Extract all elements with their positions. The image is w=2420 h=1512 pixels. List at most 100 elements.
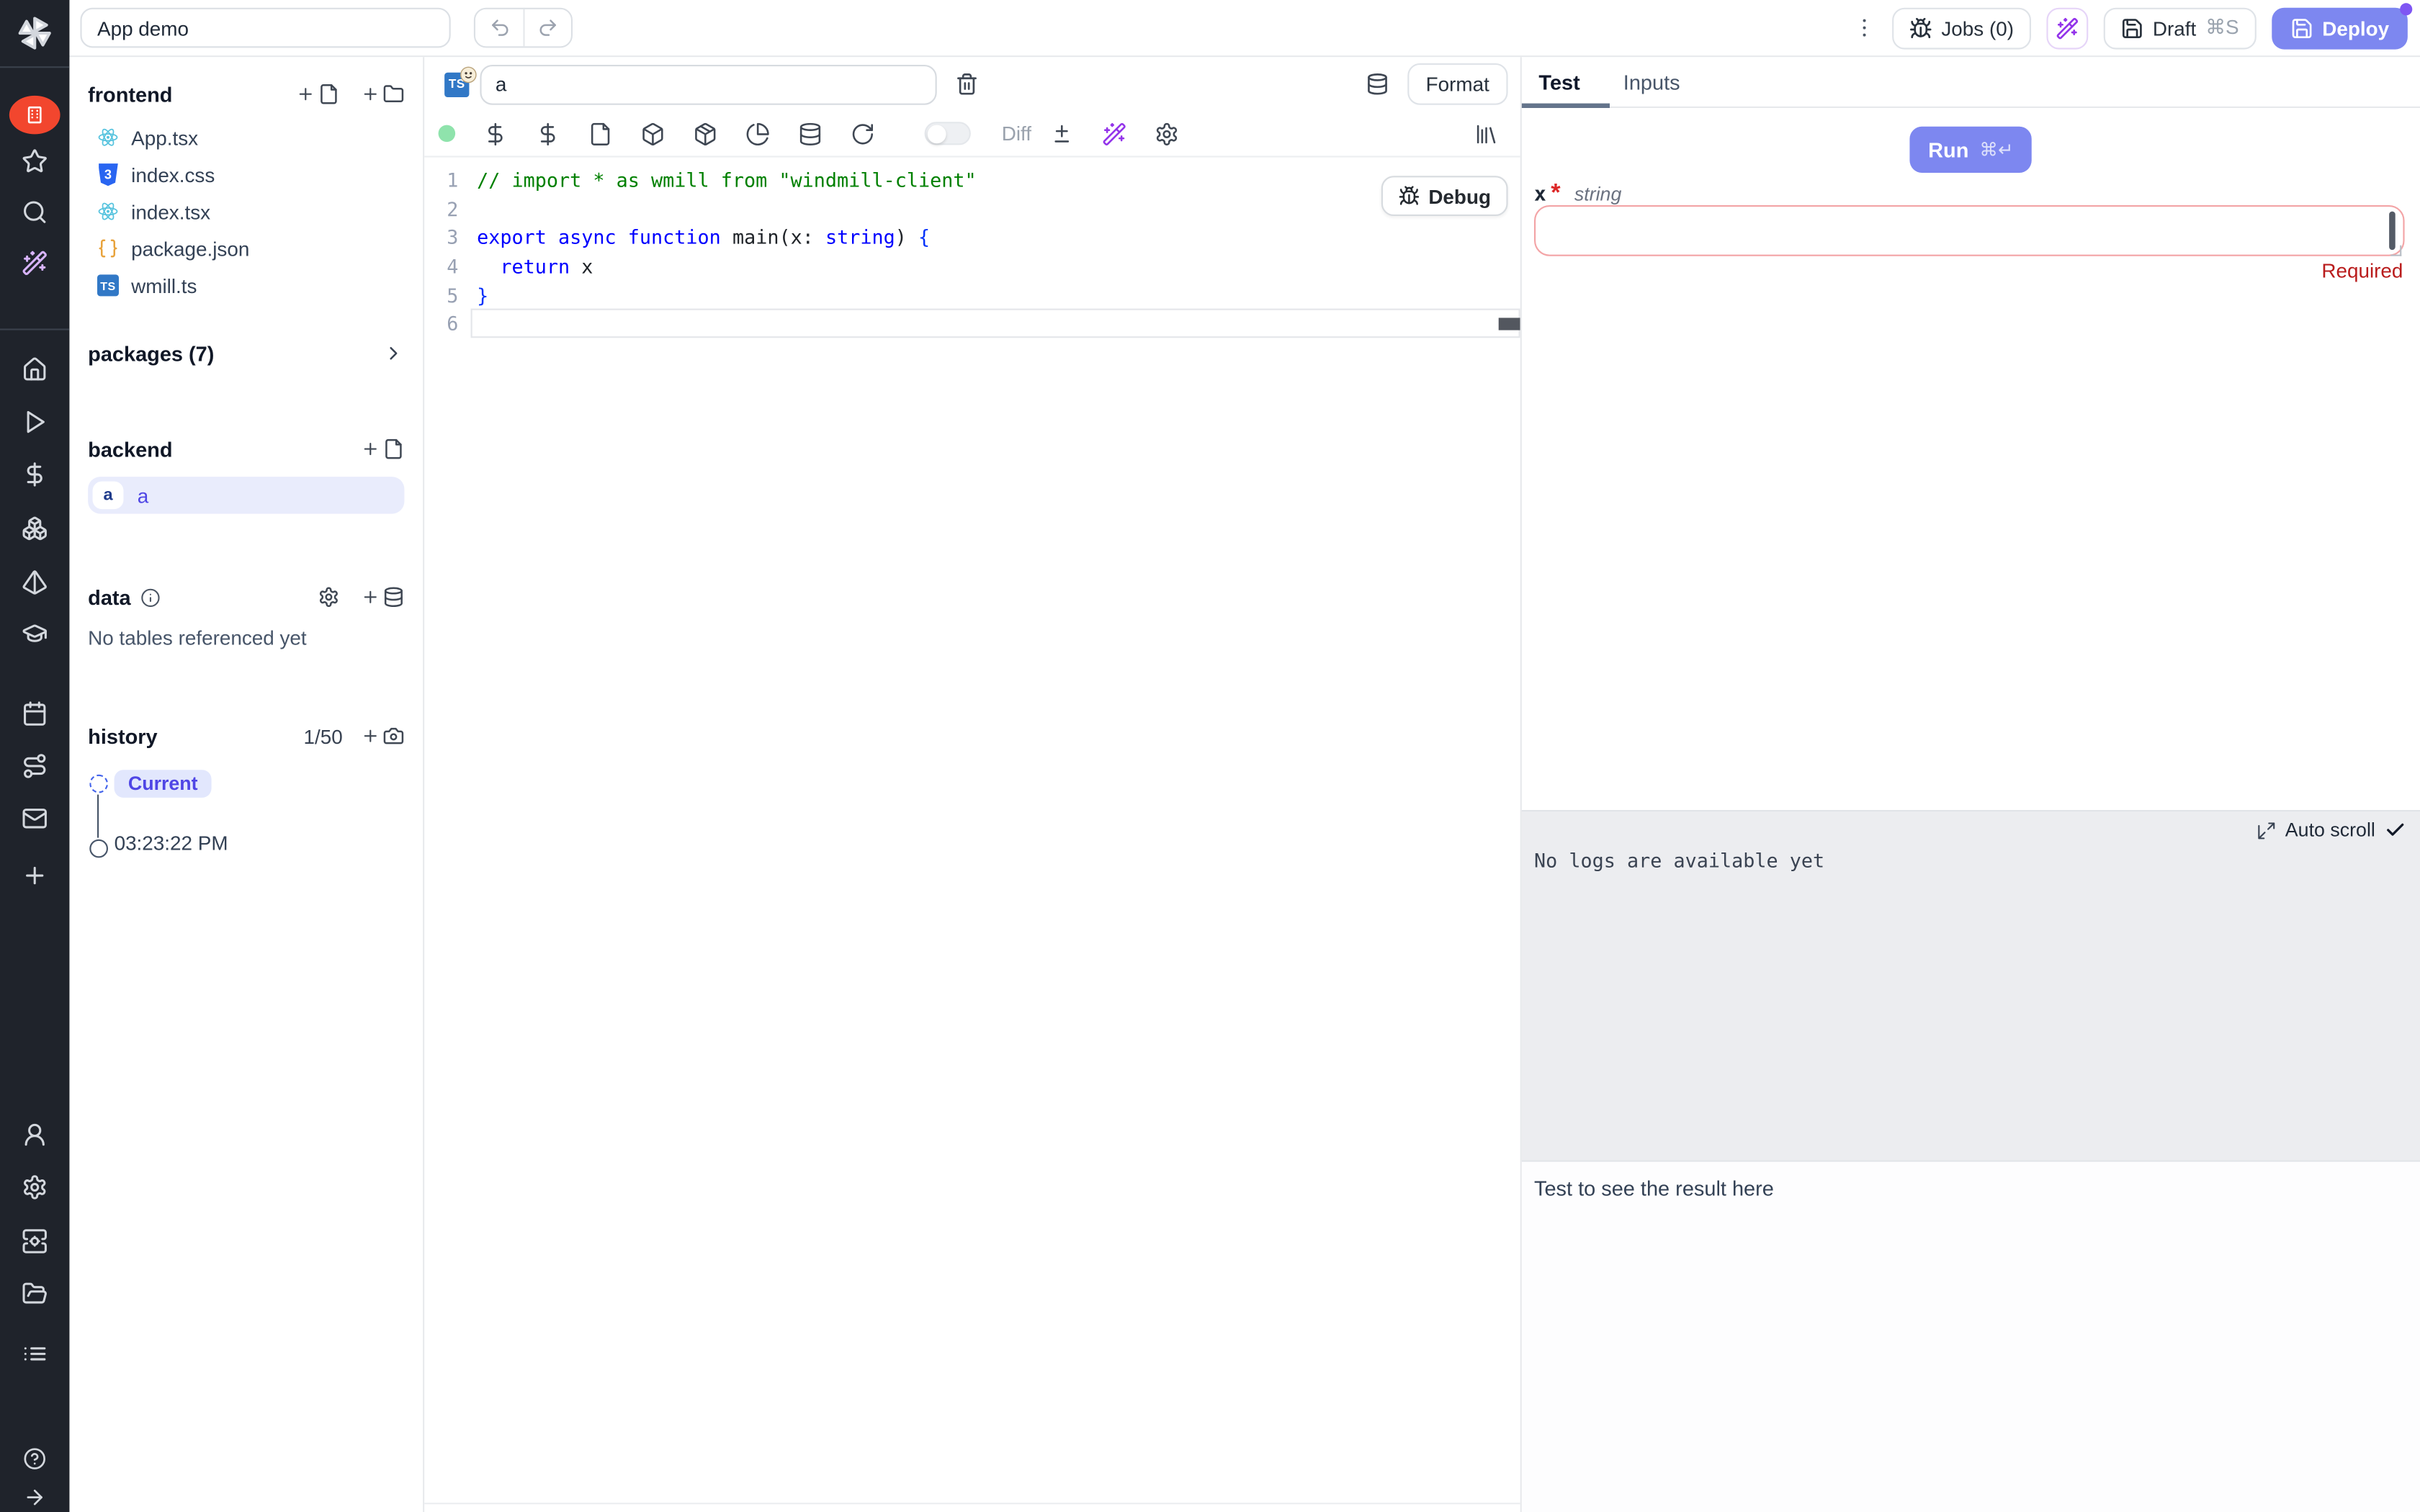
add-snapshot-button[interactable]	[361, 725, 404, 747]
backend-item-a[interactable]: a a	[88, 477, 404, 513]
graduation-cap-icon[interactable]	[0, 620, 69, 646]
diff-toggle[interactable]	[925, 122, 971, 145]
history-timestamp[interactable]: 03:23:22 PM	[115, 832, 424, 855]
home-icon[interactable]	[0, 356, 69, 382]
route-icon[interactable]	[0, 753, 69, 779]
script-picker-button[interactable]	[588, 121, 612, 145]
refresh-button[interactable]	[851, 121, 875, 145]
typescript-tab-icon[interactable]: TS	[444, 72, 469, 96]
redo-button[interactable]	[523, 9, 570, 46]
add-file-button[interactable]	[296, 84, 339, 105]
file-label: App.tsx	[131, 126, 198, 149]
resource-picker-button[interactable]	[536, 121, 560, 145]
star-icon[interactable]	[0, 148, 69, 174]
app-icon[interactable]	[9, 96, 60, 135]
packages-section-header[interactable]: packages (7)	[69, 338, 423, 369]
bug-icon	[1397, 185, 1419, 207]
calendar-icon[interactable]	[0, 701, 69, 726]
file-row-package-json[interactable]: package.json	[69, 230, 423, 266]
timeline-snapshot-dot	[89, 840, 108, 858]
resize-handle-icon[interactable]	[2390, 246, 2401, 256]
file-row-app-tsx[interactable]: App.tsx	[69, 119, 423, 156]
package-button[interactable]	[693, 121, 717, 145]
boxes-icon[interactable]	[0, 516, 69, 541]
ai-wand-button[interactable]	[2046, 7, 2088, 49]
required-asterisk: *	[1551, 181, 1560, 209]
debug-button[interactable]: Debug	[1381, 176, 1508, 216]
schema-explorer-button[interactable]	[1366, 73, 1389, 96]
add-script-button[interactable]	[361, 438, 404, 460]
run-shortcut: ⌘↵	[1979, 139, 2013, 161]
variable-picker-button[interactable]	[483, 121, 508, 145]
file-row-index-css[interactable]: 3 index.css	[69, 156, 423, 192]
kebab-menu-button[interactable]	[1852, 15, 1876, 40]
line-number: 6	[424, 312, 458, 335]
deploy-button[interactable]: Deploy	[2272, 7, 2408, 49]
code-line-current: 6	[424, 310, 1520, 338]
redo-icon	[537, 17, 559, 39]
arg-x-input[interactable]	[1534, 205, 2405, 256]
editor-panel: TS Format	[424, 57, 1520, 1512]
save-icon	[2290, 17, 2313, 40]
data-settings-button[interactable]	[318, 586, 339, 608]
add-folder-button[interactable]	[361, 84, 404, 105]
ai-assist-button[interactable]	[1103, 121, 1127, 145]
magic-wand-icon[interactable]	[0, 250, 69, 276]
code-editor[interactable]: 1 // import * as wmill from "windmill-cl…	[424, 158, 1520, 467]
tab-inputs[interactable]: Inputs	[1623, 71, 1680, 94]
folder-open-icon[interactable]	[0, 1281, 69, 1307]
code-line: 5 }	[424, 280, 1520, 309]
frontend-title: frontend	[88, 83, 172, 106]
dollar-icon[interactable]	[0, 462, 69, 487]
delete-script-button[interactable]	[955, 73, 978, 96]
jobs-button[interactable]: Jobs (0)	[1892, 7, 2031, 49]
search-icon[interactable]	[0, 199, 69, 225]
user-icon[interactable]	[0, 1122, 69, 1148]
logs-panel: Auto scroll No logs are available yet	[1522, 810, 2420, 1160]
help-icon[interactable]	[0, 1447, 69, 1470]
pyramid-icon[interactable]	[0, 570, 69, 595]
database-icon	[1366, 73, 1389, 96]
arg-input-scrollbar[interactable]	[2389, 212, 2396, 251]
gear-icon[interactable]	[0, 1174, 69, 1200]
script-name-input[interactable]	[480, 64, 936, 104]
arrow-right-icon[interactable]	[0, 1486, 69, 1509]
css3-icon: 3	[97, 163, 119, 185]
mail-icon[interactable]	[0, 806, 69, 832]
database-button[interactable]	[798, 121, 823, 145]
windmill-logo-icon[interactable]	[0, 15, 69, 50]
plus-icon[interactable]	[0, 863, 69, 888]
server-cog-icon[interactable]	[0, 1228, 69, 1254]
library-button[interactable]	[1474, 121, 1498, 145]
current-line-highlight	[471, 310, 1520, 338]
cache-button[interactable]	[745, 121, 770, 145]
run-button[interactable]: Run ⌘↵	[1909, 127, 2032, 173]
editor-settings-button[interactable]	[1155, 121, 1179, 145]
run-label: Run	[1928, 138, 1968, 161]
app-title-input[interactable]	[80, 8, 450, 48]
code-line: 2	[424, 194, 1520, 222]
plus-icon	[361, 85, 380, 104]
history-current-badge[interactable]: Current	[115, 770, 212, 798]
format-button[interactable]: Format	[1407, 63, 1508, 105]
list-icon[interactable]	[0, 1341, 69, 1367]
add-table-button[interactable]	[361, 586, 404, 608]
plus-minus-button[interactable]	[1050, 121, 1075, 145]
package-button[interactable]	[640, 121, 665, 145]
expand-logs-button[interactable]	[2256, 820, 2276, 840]
line-number: 2	[424, 197, 458, 220]
file-row-index-tsx[interactable]: index.tsx	[69, 193, 423, 230]
editor-scrollbar-handle[interactable]	[1499, 318, 1520, 330]
file-row-wmill-ts[interactable]: TS wmill.ts	[69, 267, 423, 304]
plus-minus-icon	[1050, 121, 1075, 145]
autoscroll-label[interactable]: Auto scroll	[2285, 819, 2375, 841]
draft-button[interactable]: Draft ⌘S	[2103, 7, 2256, 49]
check-icon[interactable]	[2385, 819, 2406, 841]
history-count: 1/50	[303, 724, 342, 747]
tab-test[interactable]: Test	[1538, 71, 1579, 94]
save-icon	[2120, 17, 2143, 40]
undo-button[interactable]	[475, 9, 523, 46]
code-line: 3 export async function main(x: string) …	[424, 222, 1520, 251]
play-icon[interactable]	[0, 409, 69, 435]
active-tab-underline	[1522, 104, 1610, 108]
